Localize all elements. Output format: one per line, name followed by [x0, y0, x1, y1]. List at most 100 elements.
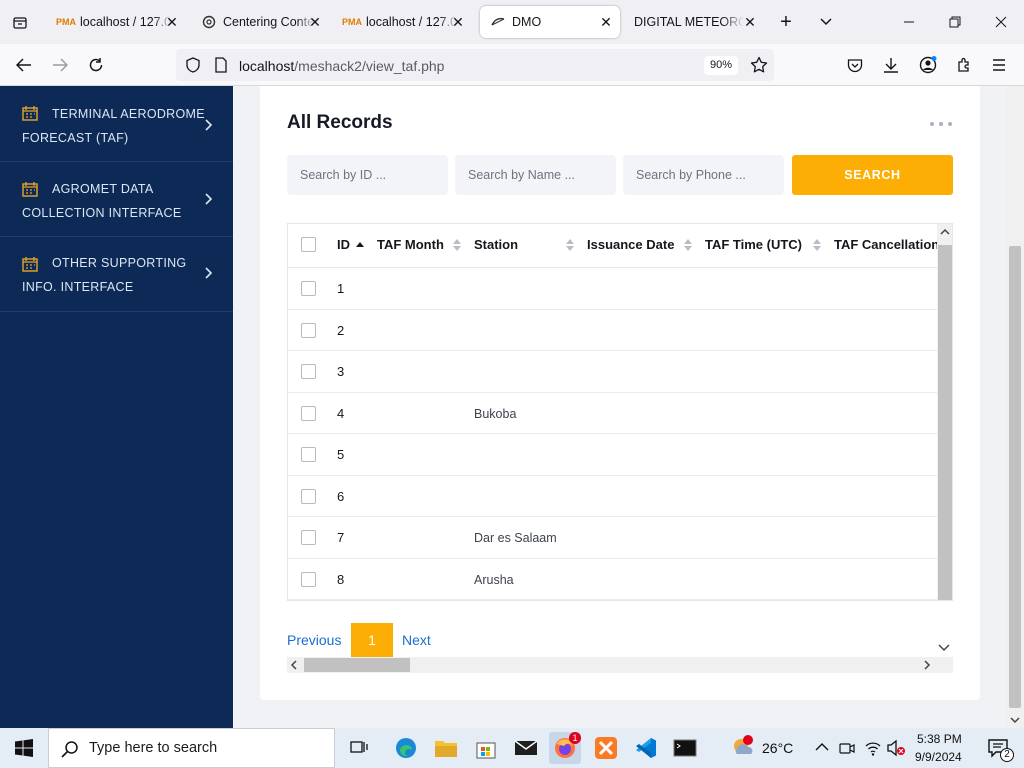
table-row[interactable]: 4 Bukoba — [288, 393, 938, 434]
taskbar-search-box[interactable]: Type here to search — [48, 728, 335, 768]
column-header-taf-cancellation[interactable]: TAF Cancellation — [834, 237, 939, 252]
sidebar-item-agromet[interactable]: AGROMET DATA COLLECTION INTERFACE — [0, 162, 233, 237]
pocket-icon[interactable] — [842, 52, 868, 78]
sort-ascending-icon[interactable] — [356, 239, 364, 251]
clock-time[interactable]: 5:38 PM — [917, 732, 962, 746]
page-icon[interactable] — [208, 52, 234, 78]
extensions-icon[interactable] — [951, 52, 977, 78]
scroll-down-icon[interactable] — [1010, 716, 1020, 724]
zoom-level[interactable]: 90% — [704, 56, 738, 75]
tab-phpmyadmin-1[interactable]: PMA localhost / 127.0 ✕ — [48, 6, 186, 38]
sidebar-item-other-info[interactable]: OTHER SUPPORTING INFO. INTERFACE — [0, 237, 233, 312]
column-header-id[interactable]: ID — [337, 237, 350, 252]
row-checkbox[interactable] — [301, 488, 316, 504]
forward-icon[interactable] — [47, 52, 73, 78]
scroll-left-icon[interactable] — [290, 660, 298, 670]
notifications-icon[interactable]: 2 — [982, 732, 1014, 764]
scrollbar-thumb[interactable] — [938, 245, 952, 600]
scrollbar-thumb[interactable] — [304, 658, 410, 672]
weather-icon[interactable] — [729, 734, 755, 760]
url-text[interactable]: localhost/meshack2/view_taf.php — [239, 58, 444, 74]
xampp-icon[interactable] — [590, 732, 622, 764]
mail-icon[interactable] — [510, 732, 542, 764]
table-vertical-scrollbar[interactable] — [937, 224, 952, 600]
row-checkbox[interactable] — [301, 530, 316, 545]
edge-icon[interactable] — [390, 732, 422, 764]
scroll-down-icon[interactable] — [938, 643, 950, 653]
table-row[interactable]: 7 Dar es Salaam — [288, 517, 938, 559]
row-checkbox[interactable] — [301, 364, 316, 379]
sort-icon[interactable] — [566, 239, 574, 251]
close-icon[interactable]: ✕ — [450, 14, 466, 30]
table-row[interactable]: 8 Arusha — [288, 559, 938, 600]
close-icon[interactable]: ✕ — [164, 14, 180, 30]
back-icon[interactable] — [11, 52, 37, 78]
column-header-issuance-date[interactable]: Issuance Date — [587, 237, 674, 252]
microsoft-store-icon[interactable] — [470, 732, 502, 764]
close-icon[interactable]: ✕ — [598, 14, 614, 30]
weather-temperature[interactable]: 26°C — [762, 740, 793, 756]
search-by-name-input[interactable] — [455, 155, 616, 195]
select-all-checkbox[interactable] — [301, 237, 316, 252]
previous-page-link[interactable]: Previous — [287, 632, 341, 648]
account-icon[interactable] — [915, 52, 941, 78]
sidebar-item-taf[interactable]: TERMINAL AERODROME FORECAST (TAF) — [0, 86, 233, 162]
bookmark-star-icon[interactable] — [746, 52, 772, 78]
row-checkbox[interactable] — [301, 405, 316, 421]
wifi-icon[interactable] — [864, 739, 882, 757]
row-checkbox[interactable] — [301, 447, 316, 462]
volume-muted-icon[interactable] — [886, 739, 906, 757]
column-header-station[interactable]: Station — [474, 237, 518, 252]
table-row[interactable]: 1 — [288, 268, 938, 310]
chevron-down-icon[interactable] — [814, 10, 838, 34]
search-by-phone-input[interactable] — [623, 155, 784, 195]
table-row[interactable]: 6 — [288, 476, 938, 517]
chevron-up-icon[interactable] — [815, 742, 829, 752]
row-checkbox[interactable] — [301, 281, 316, 296]
table-row[interactable]: 2 — [288, 310, 938, 351]
task-view-icon[interactable] — [343, 732, 375, 764]
new-tab-icon[interactable]: + — [774, 10, 798, 34]
close-icon[interactable]: ✕ — [742, 14, 758, 30]
close-icon[interactable]: ✕ — [307, 14, 323, 30]
vscode-icon[interactable] — [630, 732, 662, 764]
menu-icon[interactable] — [986, 52, 1012, 78]
shield-icon[interactable] — [180, 52, 206, 78]
table-row[interactable]: 3 — [288, 351, 938, 393]
downloads-icon[interactable] — [878, 52, 904, 78]
terminal-icon[interactable] — [669, 732, 701, 764]
row-checkbox[interactable] — [301, 322, 316, 338]
sort-icon[interactable] — [813, 239, 821, 251]
next-page-link[interactable]: Next — [402, 632, 431, 648]
clock-date[interactable]: 9/9/2024 — [915, 750, 962, 764]
more-options-icon[interactable] — [930, 122, 952, 128]
tab-chatgpt[interactable]: Centering Conte ✕ — [191, 6, 329, 38]
url-bar[interactable]: localhost/meshack2/view_taf.php 90% — [176, 49, 774, 81]
close-window-icon[interactable] — [989, 10, 1013, 34]
scroll-right-icon[interactable] — [923, 660, 931, 670]
current-page-button[interactable]: 1 — [351, 623, 393, 657]
search-by-id-input[interactable] — [287, 155, 448, 195]
table-horizontal-scrollbar[interactable] — [287, 657, 953, 673]
list-all-tabs-icon[interactable] — [8, 10, 32, 34]
tab-digital-meteorology[interactable]: DIGITAL METEOROLO ✕ — [624, 6, 764, 38]
row-checkbox[interactable] — [301, 571, 316, 587]
table-row[interactable]: 5 — [288, 434, 938, 476]
scrollbar-thumb[interactable] — [1009, 246, 1021, 708]
column-header-taf-time[interactable]: TAF Time (UTC) — [705, 237, 802, 252]
restore-icon[interactable] — [943, 10, 967, 34]
firefox-icon[interactable]: 1 — [549, 732, 581, 764]
page-vertical-scrollbar[interactable] — [1006, 86, 1024, 728]
minimize-icon[interactable] — [897, 10, 921, 34]
tab-dmo[interactable]: DMO ✕ — [480, 6, 620, 38]
column-header-taf-month[interactable]: TAF Month — [377, 237, 444, 252]
scroll-up-icon[interactable] — [940, 228, 950, 236]
sort-icon[interactable] — [453, 239, 461, 251]
search-button[interactable]: SEARCH — [792, 155, 953, 195]
meet-now-icon[interactable] — [839, 740, 855, 756]
tab-phpmyadmin-2[interactable]: PMA localhost / 127.0 ✕ — [334, 6, 472, 38]
sort-icon[interactable] — [684, 239, 692, 251]
windows-start-icon[interactable] — [8, 732, 40, 764]
file-explorer-icon[interactable] — [430, 732, 462, 764]
reload-icon[interactable] — [83, 52, 109, 78]
